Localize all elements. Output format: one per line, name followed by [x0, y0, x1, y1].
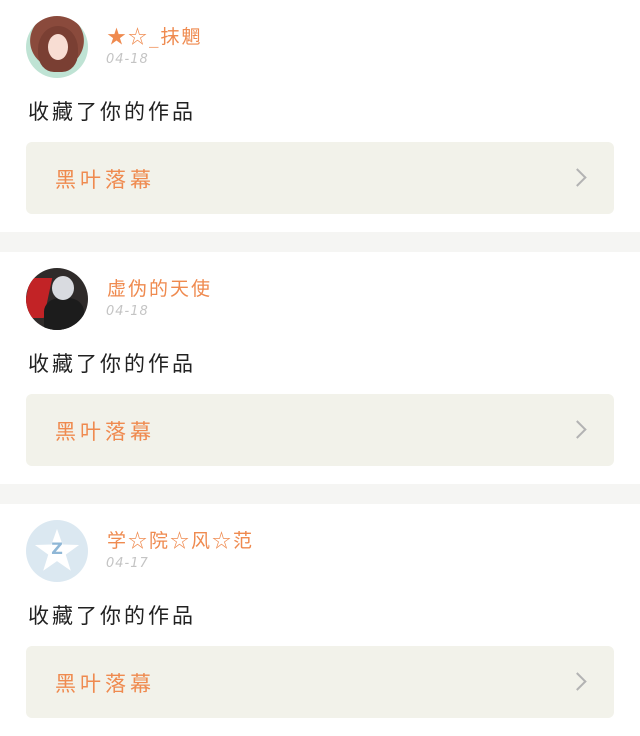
username[interactable]: ★☆_抹魍 [107, 22, 203, 49]
notification-message: 收藏了你的作品 [28, 352, 196, 376]
notification-card: Z 学☆院☆风☆范 04-17 收藏了你的作品 黑叶落幕 [0, 504, 640, 736]
username[interactable]: 学☆院☆风☆范 [107, 526, 254, 553]
work-title: 黑叶落幕 [55, 168, 155, 192]
avatar-body [44, 298, 84, 330]
notification-feed: ★☆_抹魍 04-18 收藏了你的作品 黑叶落幕 虚伪的天使 04-18 收藏了… [0, 0, 640, 736]
notification-message: 收藏了你的作品 [28, 604, 196, 628]
chevron-right-icon [568, 168, 587, 187]
avatar[interactable] [26, 16, 88, 78]
notification-card: ★☆_抹魍 04-18 收藏了你的作品 黑叶落幕 [0, 0, 640, 232]
work-link-card[interactable]: 黑叶落幕 [26, 142, 614, 214]
timestamp: 04-18 [106, 52, 149, 67]
avatar-face [48, 34, 68, 60]
chevron-right-icon [568, 672, 587, 691]
divider [0, 484, 640, 504]
timestamp: 04-18 [106, 304, 149, 319]
work-title: 黑叶落幕 [55, 672, 155, 696]
notification-card: 虚伪的天使 04-18 收藏了你的作品 黑叶落幕 [0, 252, 640, 484]
default-avatar-glyph: Z [51, 539, 63, 558]
divider [0, 232, 640, 252]
notification-message: 收藏了你的作品 [28, 100, 196, 124]
chevron-right-icon [568, 420, 587, 439]
work-link-card[interactable]: 黑叶落幕 [26, 646, 614, 718]
work-link-card[interactable]: 黑叶落幕 [26, 394, 614, 466]
avatar[interactable] [26, 268, 88, 330]
avatar-head [52, 276, 74, 300]
timestamp: 04-17 [106, 556, 149, 571]
work-title: 黑叶落幕 [55, 420, 155, 444]
avatar[interactable]: Z [26, 520, 88, 582]
username[interactable]: 虚伪的天使 [107, 274, 212, 301]
